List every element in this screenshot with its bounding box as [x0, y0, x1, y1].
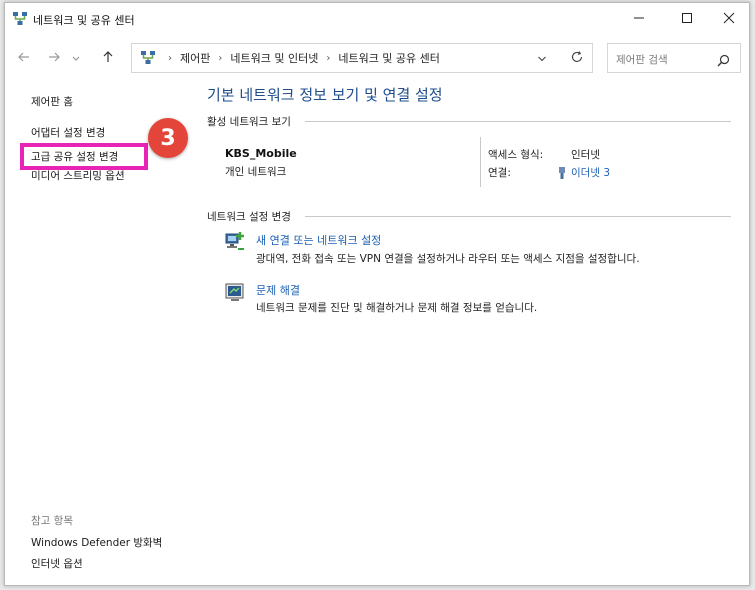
- network-type[interactable]: 개인 네트워크: [225, 164, 286, 179]
- troubleshoot-link[interactable]: 문제 해결: [256, 282, 300, 298]
- troubleshoot-icon: [224, 281, 246, 303]
- chevron-down-icon: [537, 49, 547, 68]
- new-connection-description: 광대역, 전화 접속 또는 VPN 연결을 설정하거나 라우터 또는 액세스 지…: [256, 253, 640, 265]
- breadcrumb-control-panel[interactable]: 제어판: [180, 50, 210, 66]
- address-bar[interactable]: › 제어판 › 네트워크 및 인터넷 › 네트워크 및 공유 센터: [131, 43, 593, 73]
- arrow-right-icon: [47, 49, 61, 68]
- arrow-up-icon: [101, 49, 115, 68]
- recent-locations-button[interactable]: [70, 47, 82, 69]
- sidebar-link-adapter-settings[interactable]: 어댑터 설정 변경: [31, 125, 105, 140]
- breadcrumb-network-sharing-center[interactable]: 네트워크 및 공유 센터: [338, 50, 440, 66]
- new-connection-link[interactable]: 새 연결 또는 네트워크 설정: [256, 232, 381, 248]
- search-input[interactable]: 제어판 검색: [607, 43, 741, 73]
- breadcrumb: › 제어판 › 네트워크 및 인터넷 › 네트워크 및 공유 센터: [160, 44, 440, 72]
- control-panel-icon: [140, 50, 156, 66]
- refresh-button[interactable]: [568, 49, 586, 67]
- window-title: 네트워크 및 공유 센터: [33, 14, 135, 27]
- maximize-button[interactable]: [665, 3, 709, 34]
- active-networks-heading: 활성 네트워크 보기: [207, 116, 291, 128]
- vertical-divider: [480, 137, 481, 187]
- breadcrumb-separator-icon: ›: [168, 52, 172, 64]
- change-network-settings-heading: 네트워크 설정 변경: [207, 211, 291, 223]
- connection-link-ethernet[interactable]: 이더넷 3: [571, 165, 610, 180]
- refresh-icon: [570, 49, 584, 68]
- troubleshoot-description: 네트워크 문제를 진단 및 해결하거나 문제 해결 정보를 얻습니다.: [256, 302, 538, 314]
- minimize-icon: [633, 9, 645, 28]
- access-type-label: 액세스 형식:: [488, 149, 544, 161]
- connection-label: 연결:: [488, 167, 511, 179]
- step-number-badge: 3: [148, 118, 188, 158]
- breadcrumb-network-internet[interactable]: 네트워크 및 인터넷: [230, 50, 318, 66]
- section-divider: [305, 216, 731, 217]
- maximize-icon: [681, 9, 693, 28]
- search-placeholder: 제어판 검색: [616, 54, 668, 66]
- network-name: KBS_Mobile: [225, 147, 297, 160]
- see-also-heading: 참고 항목: [31, 515, 73, 527]
- arrow-left-icon: [17, 49, 31, 68]
- address-dropdown-button[interactable]: [534, 50, 550, 66]
- new-connection-icon: [224, 230, 246, 252]
- close-icon: [723, 9, 735, 28]
- ethernet-icon: [557, 165, 567, 179]
- network-app-icon: [12, 11, 28, 27]
- title-bar[interactable]: 네트워크 및 공유 센터: [5, 3, 749, 34]
- sidebar-link-control-panel-home[interactable]: 제어판 홈: [31, 94, 73, 109]
- sidebar-link-windows-defender-firewall[interactable]: Windows Defender 방화벽: [31, 535, 162, 550]
- forward-button[interactable]: [43, 47, 65, 69]
- chevron-down-icon: [71, 49, 81, 68]
- breadcrumb-separator-icon: ›: [218, 52, 223, 64]
- sidebar-link-media-streaming[interactable]: 미디어 스트리밍 옵션: [31, 168, 125, 183]
- close-button[interactable]: [707, 3, 751, 34]
- sidebar-link-advanced-sharing-settings[interactable]: 고급 공유 설정 변경: [31, 149, 118, 164]
- minimize-button[interactable]: [617, 3, 661, 34]
- network-sharing-center-window: 네트워크 및 공유 센터 › 제어판 › 네트워크 및 인터넷 › 네트워크 및…: [4, 2, 750, 586]
- page-title: 기본 네트워크 정보 보기 및 연결 설정: [207, 86, 443, 104]
- sidebar-link-internet-options[interactable]: 인터넷 옵션: [31, 556, 83, 571]
- section-divider: [305, 121, 731, 122]
- breadcrumb-separator-icon: ›: [326, 52, 331, 64]
- up-button[interactable]: [97, 47, 119, 69]
- search-icon[interactable]: [717, 52, 730, 67]
- back-button[interactable]: [13, 47, 35, 69]
- access-type-value: 인터넷: [571, 149, 600, 161]
